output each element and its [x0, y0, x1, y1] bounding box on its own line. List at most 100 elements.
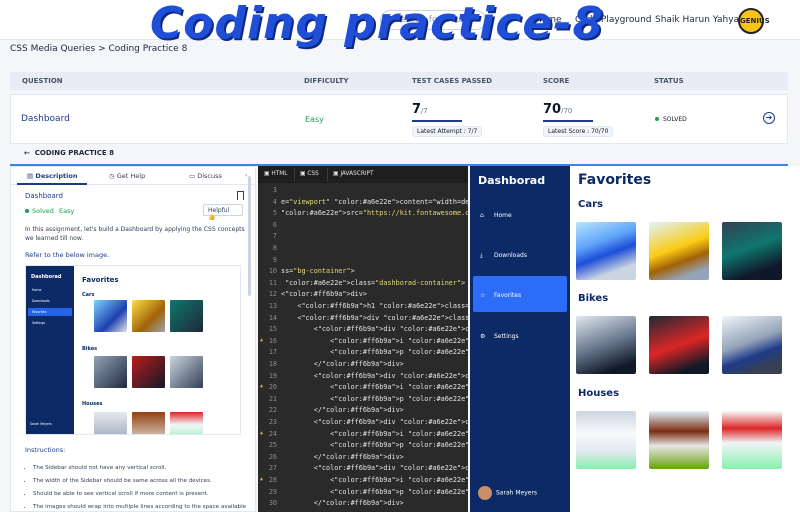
- code-line[interactable]: 13 <"color:#ff6b9a">h1 "color:#a6e22e">c…: [258, 302, 468, 314]
- tab-get-help[interactable]: ◷ Get Help: [109, 172, 145, 180]
- css-icon: ▣: [300, 171, 306, 177]
- code-line[interactable]: 29 <"color:#ff6b9a">p "color:#a6e22e">cl…: [258, 488, 468, 500]
- line-number: 14: [268, 313, 277, 322]
- line-number: 29: [268, 487, 277, 496]
- status-badge: SOLVED: [655, 116, 687, 123]
- preview-nav-downloads[interactable]: ⤓ Downloads: [480, 252, 527, 260]
- code-text: <"color:#ff6b9a">div "color:#a6e22e">cla…: [281, 418, 468, 426]
- instructions-title: Instructions:: [25, 446, 66, 454]
- difficulty-tag: Easy: [59, 207, 75, 215]
- code-editor[interactable]: ▣ HTML ▣ CSS ▣ JAVASCRIPT 3 4 e="viewport"…: [258, 166, 468, 512]
- code-text: </"color:#ff6b9a">div>: [281, 499, 404, 508]
- panel-scrollbar[interactable]: [248, 176, 251, 296]
- code-line[interactable]: 10 ss="bg-container">: [258, 267, 468, 279]
- gear-icon: ⚙: [480, 333, 486, 340]
- code-line[interactable]: 14 <"color:#ff6b9a">div "color:#a6e22e">…: [258, 314, 468, 326]
- line-number: 7: [272, 232, 277, 241]
- preview-title: Dashborad: [478, 174, 546, 187]
- tab-discuss[interactable]: ▭ Discuss: [189, 172, 222, 180]
- code-line[interactable]: 18 </"color:#ff6b9a">div>: [258, 360, 468, 372]
- code-line[interactable]: 11 "color:#a6e22e">class="dashborad-cont…: [258, 279, 468, 291]
- line-number: 26: [268, 452, 277, 461]
- car-image: [132, 300, 165, 332]
- preview-nav-home[interactable]: ⌂ Home: [480, 212, 512, 219]
- code-line[interactable]: ▲20 <"color:#ff6b9a">i "color:#a6e22e">c…: [258, 383, 468, 395]
- description-panel: ▤ Description ◷ Get Help ▭ Discuss ‹ Das…: [10, 166, 256, 512]
- col-status: STATUS: [654, 77, 684, 85]
- line-number: 24: [268, 429, 277, 438]
- mini-user: Sarah Meyers: [30, 422, 52, 426]
- editor-tabs: ▣ HTML ▣ CSS ▣ JAVASCRIPT: [258, 166, 468, 183]
- preview-nav-settings[interactable]: ⚙ Settings: [480, 333, 519, 340]
- nav-user-name[interactable]: Shaik Harun Yahya: [655, 15, 739, 25]
- code-text: </"color:#ff6b9a">div>: [281, 360, 404, 368]
- arrow-left-icon: ←: [24, 149, 30, 157]
- code-line[interactable]: ▲24 <"color:#ff6b9a">i "color:#a6e22e">c…: [258, 430, 468, 442]
- bookmark-icon[interactable]: [237, 191, 244, 200]
- thumbs-up-icon: 👍: [208, 214, 216, 221]
- problem-title: Dashboard: [25, 192, 63, 200]
- col-score: SCORE: [543, 77, 570, 85]
- mini-nav-favorites: Favorites: [32, 310, 47, 314]
- code-line[interactable]: ▲28 <"color:#ff6b9a">i "color:#a6e22e">c…: [258, 476, 468, 488]
- tab-description[interactable]: ▤ Description: [27, 172, 77, 180]
- table-row[interactable]: Dashboard Easy 7/7 Latest Attempt : 7/7 …: [10, 94, 788, 144]
- banner-title: Coding practice-8: [150, 0, 605, 49]
- tab-javascript[interactable]: ▣ JAVASCRIPT: [333, 171, 374, 177]
- code-line[interactable]: 15 <"color:#ff6b9a">div "color:#a6e22e">…: [258, 325, 468, 337]
- code-text: "color:#a6e22e">src="https://kit.fontawe…: [281, 209, 468, 218]
- code-line[interactable]: 30 </"color:#ff6b9a">div>: [258, 499, 468, 511]
- helpful-button[interactable]: Helpful 👍: [203, 204, 243, 221]
- code-line[interactable]: 27 <"color:#ff6b9a">div "color:#a6e22e">…: [258, 464, 468, 476]
- code-text: </"color:#ff6b9a">div>: [281, 406, 404, 415]
- bike-image: [170, 356, 203, 388]
- code-line[interactable]: 12 <"color:#ff6b9a">div>: [258, 290, 468, 302]
- code-line[interactable]: 3: [258, 186, 468, 198]
- code-line[interactable]: 22 </"color:#ff6b9a">div>: [258, 406, 468, 418]
- code-text: <"color:#ff6b9a">i "color:#a6e22e">class…: [281, 429, 468, 438]
- code-line[interactable]: 25 <"color:#ff6b9a">p "color:#a6e22e">cl…: [258, 441, 468, 453]
- reference-image: Dashborad Home Downloads Favorites Setti…: [25, 265, 241, 435]
- code-text: "color:#a6e22e">class="dashborad-contain…: [285, 278, 466, 287]
- code-line[interactable]: 26 </"color:#ff6b9a">div>: [258, 453, 468, 465]
- line-number: 13: [268, 302, 277, 310]
- mini-section-bikes: Bikes: [82, 346, 98, 352]
- code-text: e="viewport" "color:#a6e22e">content="wi…: [281, 197, 468, 206]
- avatar[interactable]: GENIUS: [738, 8, 770, 34]
- line-number: 3: [272, 186, 277, 194]
- preview-nav-favorites[interactable]: ☆ Favorites: [480, 292, 521, 299]
- code-line[interactable]: 6: [258, 221, 468, 233]
- clock-icon: ◷: [109, 172, 115, 180]
- code-line[interactable]: 17 <"color:#ff6b9a">p "color:#a6e22e">cl…: [258, 348, 468, 360]
- back-link[interactable]: ← CODING PRACTICE 8: [24, 149, 114, 157]
- code-line[interactable]: 21 <"color:#ff6b9a">p "color:#a6e22e">cl…: [258, 395, 468, 407]
- car-image: [576, 222, 636, 280]
- mini-title: Dashborad: [31, 274, 62, 280]
- code-line[interactable]: 8: [258, 244, 468, 256]
- car-image: [170, 300, 203, 332]
- code-line[interactable]: 4 e="viewport" "color:#a6e22e">content="w…: [258, 198, 468, 210]
- code-line[interactable]: 19 <"color:#ff6b9a">div "color:#a6e22e">…: [258, 372, 468, 384]
- mini-nav-downloads: Downloads: [32, 299, 50, 303]
- line-number: 18: [268, 360, 277, 368]
- tab-separator: [294, 168, 295, 181]
- line-number: 4: [272, 197, 277, 206]
- arrow-right-circle-icon[interactable]: ➔: [763, 112, 775, 124]
- active-tab-underline: [17, 183, 87, 185]
- difficulty-value: Easy: [305, 115, 324, 124]
- code-line[interactable]: 23 <"color:#ff6b9a">div "color:#a6e22e">…: [258, 418, 468, 430]
- description-text: In this assignment, let's build a Dashbo…: [25, 226, 245, 242]
- code-line[interactable]: 5 "color:#a6e22e">src="https://kit.fontaw…: [258, 209, 468, 221]
- instructions-list: The Sidebar should not have any vertical…: [25, 462, 249, 511]
- tab-html[interactable]: ▣ HTML: [264, 171, 287, 177]
- line-number: 10: [268, 267, 277, 276]
- line-number: 17: [268, 348, 277, 357]
- question-name[interactable]: Dashboard: [21, 114, 70, 124]
- bike-image: [94, 356, 127, 388]
- tab-css[interactable]: ▣ CSS: [300, 171, 319, 177]
- code-line[interactable]: ▲16 <"color:#ff6b9a">i "color:#a6e22e">c…: [258, 337, 468, 349]
- house-image: [649, 411, 709, 469]
- code-line[interactable]: 9: [258, 256, 468, 268]
- code-text: <"color:#ff6b9a">div "color:#a6e22e">cla…: [281, 464, 468, 473]
- code-line[interactable]: 7: [258, 232, 468, 244]
